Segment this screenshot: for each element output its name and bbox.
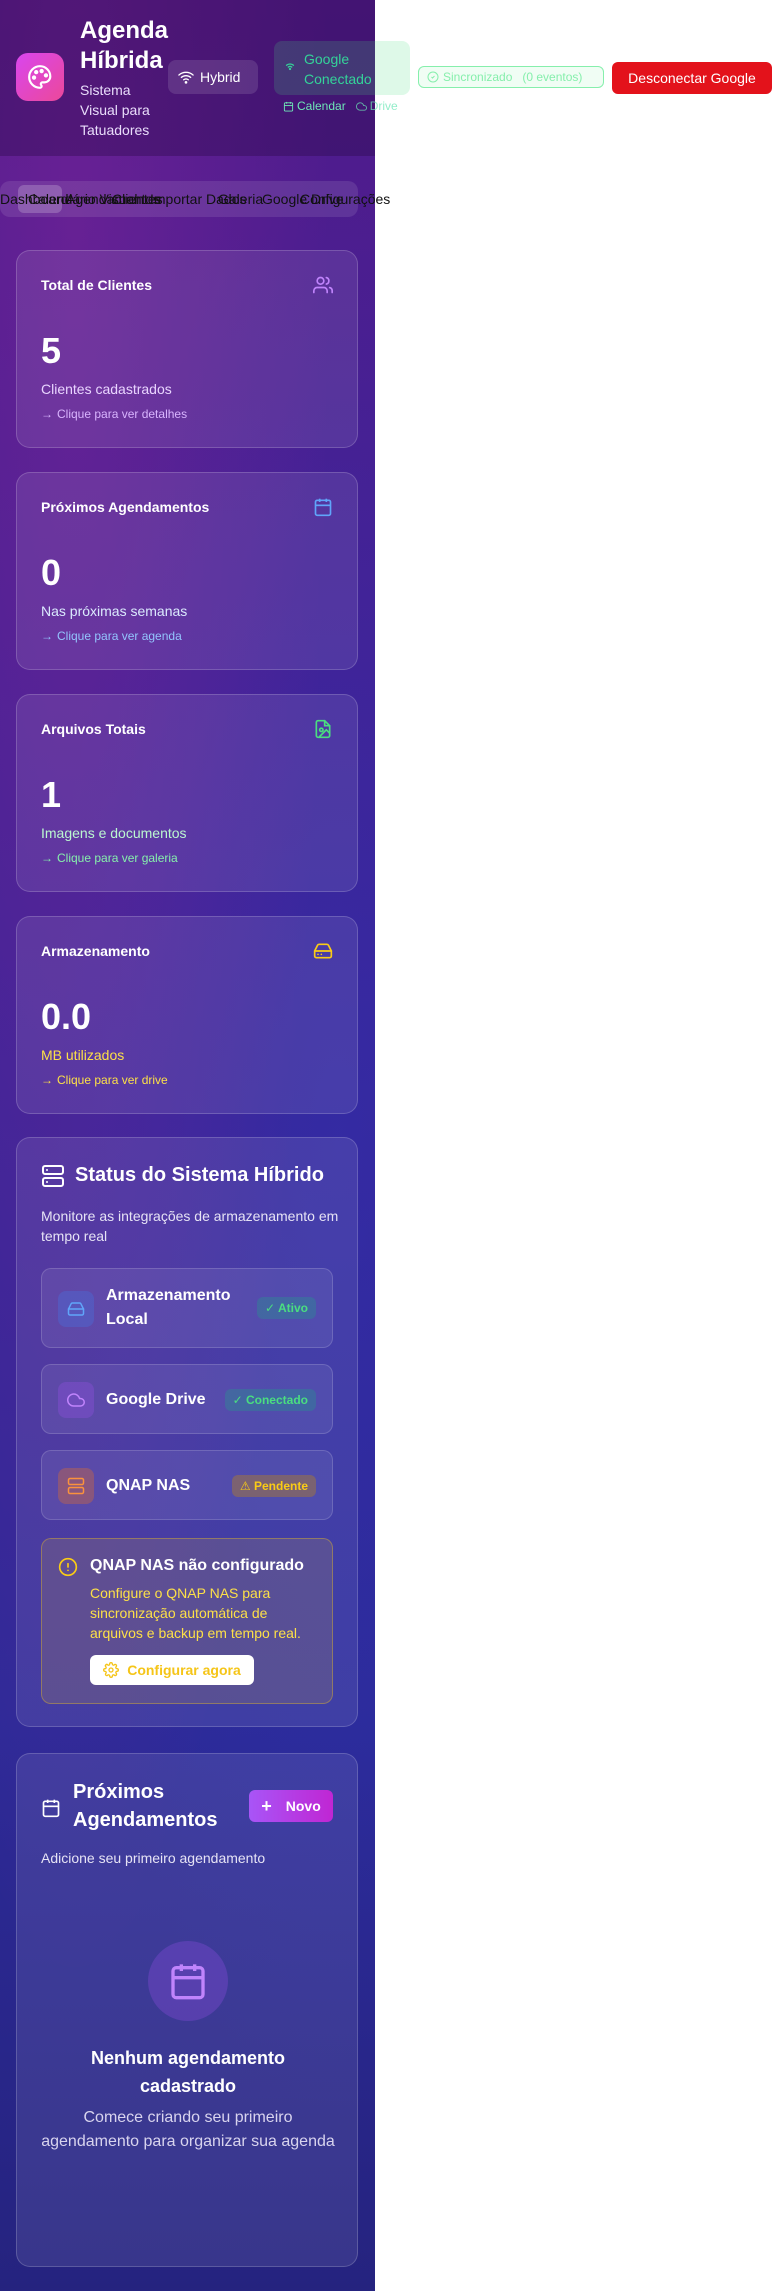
- stat-card-files[interactable]: Arquivos Totais 1 Imagens e documentos →…: [16, 694, 358, 892]
- empty-state-text: Comece criando seu primeiro agendamento …: [41, 2109, 335, 2150]
- service-name: Google Drive: [106, 1391, 206, 1408]
- stat-label: Total de Clientes: [41, 277, 152, 293]
- stat-label: Arquivos Totais: [41, 721, 146, 737]
- stat-value: 1: [41, 774, 62, 815]
- google-status-label: Google Conectado: [304, 51, 372, 87]
- service-google-drive: Google Drive ✓ Conectado: [41, 1364, 333, 1434]
- app-subtitle: Sistema Visual para Tatuadores: [80, 82, 150, 138]
- mode-label: Hybrid: [200, 69, 241, 85]
- status-badge: ✓ Ativo: [257, 1297, 316, 1319]
- status-badge: ⚠ Pendente: [231, 1475, 316, 1497]
- main-tabs: Dashboard Calendário Visual Agendamentos…: [0, 181, 390, 217]
- file-image-icon: [315, 719, 331, 739]
- check-circle-icon: [427, 71, 439, 83]
- warning-title: QNAP NAS não configurado: [90, 1557, 304, 1574]
- arrow-right-icon: →: [41, 629, 53, 643]
- gear-icon: [103, 1662, 120, 1678]
- app-title: Agenda Híbrida: [80, 17, 169, 74]
- arrow-right-icon: →: [41, 1073, 53, 1087]
- calendar-icon: [283, 101, 294, 112]
- users-icon: [313, 276, 333, 294]
- stat-details-link[interactable]: → Clique para ver detalhes: [41, 407, 187, 421]
- status-title: Status do Sistema Híbrido: [75, 1164, 324, 1186]
- app-background: Agenda Híbrida Sistema Visual para Tatua…: [0, 0, 410, 2291]
- calendar-icon: [148, 1941, 228, 2021]
- header: Agenda Híbrida Sistema Visual para Tatua…: [0, 0, 410, 156]
- calendar-link[interactable]: Calendar: [283, 99, 346, 113]
- hybrid-status-card: Status do Sistema Híbrido Monitore as in…: [16, 1137, 358, 1727]
- arrow-right-icon: →: [41, 851, 53, 865]
- cloud-icon: [355, 101, 367, 111]
- tab-galeria[interactable]: Galeria: [218, 191, 263, 207]
- cloud-icon: [58, 1382, 94, 1418]
- stat-description: Nas próximas semanas: [41, 603, 188, 619]
- stat-description: MB utilizados: [41, 1047, 125, 1063]
- server-icon: [58, 1468, 94, 1504]
- upcoming-appointments-card: Próximos Agendamentos + Novo Adicione se…: [16, 1753, 358, 2267]
- status-badge: ✓ Conectado: [224, 1389, 316, 1411]
- alert-circle-icon: [58, 1557, 78, 1577]
- appointments-subtitle: Adicione seu primeiro agendamento: [41, 1850, 266, 1866]
- hard-drive-icon: [313, 943, 333, 959]
- new-appointment-button[interactable]: + Novo: [249, 1790, 333, 1822]
- sync-status-badge: Sincronizado (0 eventos): [418, 66, 604, 88]
- service-qnap-nas: QNAP NAS ⚠ Pendente: [41, 1450, 333, 1520]
- mode-hybrid-button[interactable]: Hybrid: [168, 60, 258, 94]
- stat-value: 5: [41, 330, 62, 371]
- qnap-warning: QNAP NAS não configurado Configure o QNA…: [41, 1538, 333, 1704]
- google-connected-status: Google Conectado: [274, 41, 410, 95]
- wifi-icon: [178, 71, 194, 84]
- tab-configuracoes[interactable]: Configurações: [300, 191, 390, 207]
- wifi-icon: [285, 63, 295, 71]
- stat-gallery-link[interactable]: → Clique para ver galeria: [41, 851, 178, 865]
- stat-label: Armazenamento: [41, 943, 150, 959]
- warning-text: Configure o QNAP NAS para sincronização …: [90, 1585, 301, 1641]
- arrow-right-icon: →: [41, 407, 53, 421]
- stat-description: Imagens e documentos: [41, 825, 187, 841]
- service-name: Armazenamento Local: [106, 1287, 231, 1328]
- empty-state-title: Nenhum agendamento cadastrado: [90, 2048, 286, 2096]
- configure-now-button[interactable]: Configurar agora: [90, 1655, 254, 1685]
- appointments-title: Próximos Agendamentos: [73, 1781, 218, 1831]
- status-subtitle: Monitore as integrações de armazenamento…: [41, 1208, 339, 1244]
- service-name: QNAP NAS: [106, 1477, 191, 1494]
- hard-drive-icon: [58, 1291, 94, 1327]
- google-service-links: Calendar Drive: [283, 99, 398, 113]
- disconnect-google-button[interactable]: Desconectar Google: [612, 62, 772, 94]
- service-local-storage: Armazenamento Local ✓ Ativo: [41, 1268, 333, 1348]
- stat-description: Clientes cadastrados: [41, 381, 172, 397]
- palette-logo-icon: [16, 53, 64, 101]
- stat-card-clients[interactable]: Total de Clientes 5 Clientes cadastrados…: [16, 250, 358, 448]
- stat-value: 0: [41, 552, 62, 593]
- server-icon: [42, 1165, 64, 1187]
- stat-value: 0.0: [41, 996, 92, 1037]
- drive-link[interactable]: Drive: [355, 99, 398, 113]
- stat-drive-link[interactable]: → Clique para ver drive: [41, 1073, 168, 1087]
- stat-card-storage[interactable]: Armazenamento 0.0 MB utilizados → Clique …: [16, 916, 358, 1114]
- stat-card-appointments[interactable]: Próximos Agendamentos 0 Nas próximas sem…: [16, 472, 358, 670]
- plus-icon: +: [261, 1796, 272, 1816]
- calendar-icon: [42, 1799, 60, 1818]
- stat-label: Próximos Agendamentos: [41, 499, 210, 515]
- calendar-icon: [314, 498, 332, 517]
- stat-agenda-link[interactable]: → Clique para ver agenda: [41, 629, 182, 643]
